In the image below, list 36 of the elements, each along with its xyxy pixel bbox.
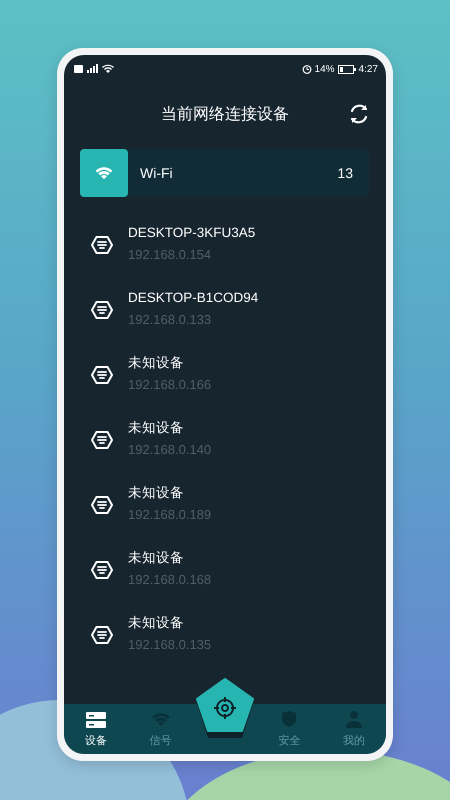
device-name: 未知设备 — [128, 615, 185, 631]
device-icon — [90, 493, 114, 517]
device-ip: 192.168.0.135 — [128, 637, 212, 653]
device-name: DESKTOP-B1COD94 — [128, 290, 258, 306]
device-ip: 192.168.0.189 — [128, 507, 212, 523]
device-ip: 192.168.0.168 — [128, 572, 212, 588]
device-icon — [90, 623, 114, 647]
network-card[interactable]: Wi-Fi 13 — [80, 149, 369, 197]
device-ip: 192.168.0.166 — [128, 377, 212, 393]
device-icon — [90, 558, 114, 582]
refresh-icon[interactable] — [348, 103, 370, 125]
device-name: 未知设备 — [128, 550, 185, 566]
device-name: 未知设备 — [128, 485, 185, 501]
device-icon — [90, 298, 114, 322]
device-icon — [90, 428, 114, 452]
nav-tab[interactable]: 信号 — [136, 712, 186, 748]
battery-percent: 14% — [314, 64, 335, 74]
device-icon — [90, 233, 114, 257]
network-name: Wi-Fi — [140, 165, 174, 181]
clock-time: 4:27 — [358, 64, 378, 74]
nav-tab[interactable]: 我的 — [328, 710, 379, 748]
device-name: 未知设备 — [128, 420, 185, 436]
device-count: 13 — [337, 165, 353, 181]
nav-tab[interactable]: 设备 — [71, 712, 122, 748]
device-icon — [90, 363, 114, 387]
wifi-icon — [94, 166, 114, 180]
alarm-icon — [302, 64, 312, 74]
device-ip: 192.168.0.140 — [128, 442, 212, 458]
battery-icon — [338, 64, 356, 74]
device-ip: 192.168.0.133 — [128, 312, 212, 328]
device-name: 未知设备 — [128, 355, 185, 371]
server-icon — [86, 712, 106, 728]
device-name: DESKTOP-3KFU3A5 — [128, 225, 256, 241]
device-ip: 192.168.0.154 — [128, 247, 212, 263]
page-title: 当前网络连接设备 — [161, 104, 289, 124]
nav-tab[interactable]: 安全 — [264, 710, 314, 748]
